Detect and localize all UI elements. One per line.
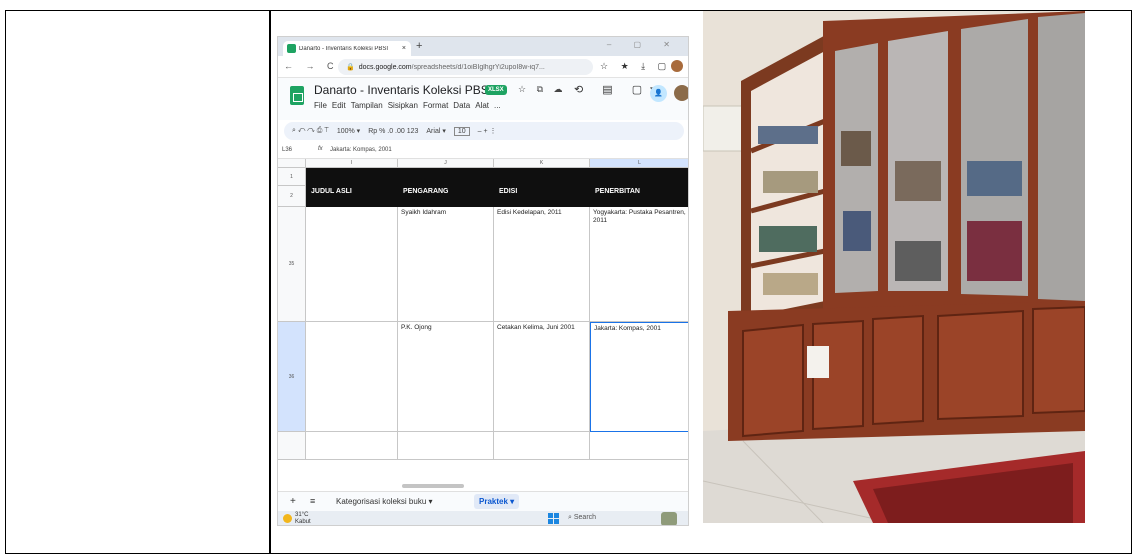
window-controls[interactable]: – ▢ ✕ <box>607 40 680 49</box>
weather-widget[interactable]: 31°C Kabut <box>295 512 311 525</box>
column-header-j[interactable]: J <box>398 159 494 168</box>
formula-input[interactable]: Jakarta: Kompas, 2001 <box>330 147 392 153</box>
menu-tampilan[interactable]: Tampilan <box>351 101 383 110</box>
table-cell[interactable] <box>306 322 398 432</box>
menu-bar: File Edit Tampilan Sisipkan Format Data … <box>314 101 501 110</box>
header-pengarang[interactable]: PENGARANG <box>403 188 449 195</box>
row-header-2[interactable]: 2 <box>278 186 306 207</box>
sheets-favicon-icon <box>287 44 296 53</box>
table-cell[interactable] <box>590 432 688 460</box>
zoom-select[interactable]: 100% ▾ <box>337 127 360 135</box>
address-bar[interactable]: 🔒 docs.google.com /spreadsheets/d/1oiBIg… <box>338 59 593 75</box>
table-column-divider <box>269 11 271 553</box>
weather-condition: Kabut <box>295 519 311 525</box>
menu-more[interactable]: ... <box>494 101 501 110</box>
share-icon[interactable]: 👤 <box>650 85 667 102</box>
url-host: docs.google.com <box>358 63 412 71</box>
table-cell[interactable] <box>306 207 398 322</box>
address-bar-row: ← → C 🔒 docs.google.com /spreadsheets/d/… <box>278 56 688 78</box>
font-size-controls[interactable]: – + ⋮ <box>478 127 497 135</box>
formula-bar: L36 fx Jakarta: Kompas, 2001 <box>278 143 688 159</box>
row-header-36[interactable]: 36 <box>278 322 306 432</box>
spreadsheet-screenshot: Danarto - Inventaris Koleksi PBSI × + – … <box>277 36 689 526</box>
font-size-input[interactable]: 10 <box>453 126 470 136</box>
all-sheets-button[interactable]: ≡ <box>310 496 315 506</box>
column-header-k[interactable]: K <box>494 159 590 168</box>
title-action-icons[interactable]: ☆ ⧉ ☁ <box>518 84 567 95</box>
new-tab-button[interactable]: + <box>416 40 422 52</box>
navigation-buttons[interactable]: ← → C <box>284 61 339 71</box>
name-box[interactable]: L36 <box>282 147 292 153</box>
library-cabinet-photo <box>703 11 1085 523</box>
header-penerbitan[interactable]: PENERBITAN <box>595 188 640 195</box>
address-bar-icons[interactable]: ☆ ★ ⤓ ▢ <box>600 61 671 72</box>
header-edisi[interactable]: EDISI <box>499 188 517 195</box>
row-header-1[interactable]: 1 <box>278 168 306 186</box>
spreadsheet-grid: I J K L 1 2 35 36 JUDUL ASLI PENGARANG E… <box>278 159 688 491</box>
row-header-35[interactable]: 35 <box>278 207 306 322</box>
xlsx-badge: XLSX <box>485 85 507 95</box>
cabinet-illustration <box>703 11 1085 523</box>
font-select[interactable]: Arial ▾ <box>426 127 445 135</box>
corner-cell[interactable] <box>278 159 306 168</box>
menu-format[interactable]: Format <box>423 101 448 110</box>
menu-data[interactable]: Data <box>453 101 470 110</box>
taskbar-search[interactable]: ⌕ Search <box>568 514 596 522</box>
table-cell[interactable] <box>494 432 590 460</box>
sheet-tabs-bar: + ≡ Kategorisasi koleksi buku ▾ Praktek … <box>278 491 688 511</box>
table-cell[interactable] <box>306 432 398 460</box>
number-formats[interactable]: Rp % .0 .00 123 <box>368 128 418 135</box>
windows-start-icon[interactable] <box>548 513 559 524</box>
table-cell[interactable]: P.K. Ojong <box>398 322 494 432</box>
formatting-toolbar: ⌕ ↶ ↷ ⎙ ⊤ 100% ▾ Rp % .0 .00 123 Arial ▾… <box>284 122 684 140</box>
browser-tab-bar: Danarto - Inventaris Koleksi PBSI × + – … <box>278 37 688 56</box>
close-tab-icon[interactable]: × <box>402 45 406 52</box>
column-header-i[interactable]: I <box>306 159 398 168</box>
fx-icon: fx <box>318 146 323 152</box>
account-avatar[interactable] <box>674 85 688 101</box>
menu-sisipkan[interactable]: Sisipkan <box>388 101 418 110</box>
menu-file[interactable]: File <box>314 101 327 110</box>
weather-sun-icon[interactable] <box>283 514 292 523</box>
row-header-37[interactable] <box>278 432 306 460</box>
menu-edit[interactable]: Edit <box>332 101 346 110</box>
sheets-header: Danarto - Inventaris Koleksi PBSI XLSX ☆… <box>278 78 688 120</box>
document-title[interactable]: Danarto - Inventaris Koleksi PBSI <box>314 83 492 97</box>
browser-tab[interactable]: Danarto - Inventaris Koleksi PBSI × <box>283 41 411 56</box>
table-cell[interactable]: Syaikh Idahram <box>398 207 494 322</box>
browser-tab-title: Danarto - Inventaris Koleksi PBSI <box>299 45 389 52</box>
menu-alat[interactable]: Alat <box>475 101 489 110</box>
lock-icon: 🔒 <box>346 64 355 71</box>
table-cell[interactable]: Yogyakarta: Pustaka Pesantren, 2011 <box>590 207 688 322</box>
sheets-logo-icon[interactable] <box>290 86 304 105</box>
table-cell[interactable] <box>398 432 494 460</box>
url-path: /spreadsheets/d/1oiBIglhgrYi2upoI8w-iq7.… <box>411 63 545 71</box>
table-cell[interactable]: Cetakan Kelima, Juni 2001 <box>494 322 590 432</box>
sheet-tab-kategorisasi[interactable]: Kategorisasi koleksi buku ▾ <box>336 497 433 506</box>
sheet-tab-praktek[interactable]: Praktek ▾ <box>474 494 520 509</box>
horizontal-scrollbar[interactable] <box>402 484 464 488</box>
windows-taskbar: 31°C Kabut ⌕ Search <box>278 511 688 525</box>
profile-avatar[interactable] <box>671 60 683 72</box>
toolbar-tools[interactable]: ⌕ ↶ ↷ ⎙ ⊤ <box>292 127 329 135</box>
header-judul-asli[interactable]: JUDUL ASLI <box>311 188 352 195</box>
add-sheet-button[interactable]: + <box>290 496 296 507</box>
temperature: 31°C <box>295 512 309 518</box>
taskbar-app-icon[interactable] <box>661 512 677 525</box>
column-header-l[interactable]: L <box>590 159 688 168</box>
selected-cell[interactable]: Jakarta: Kompas, 2001 <box>590 322 688 432</box>
table-cell[interactable]: Edisi Kedelapan, 2011 <box>494 207 590 322</box>
